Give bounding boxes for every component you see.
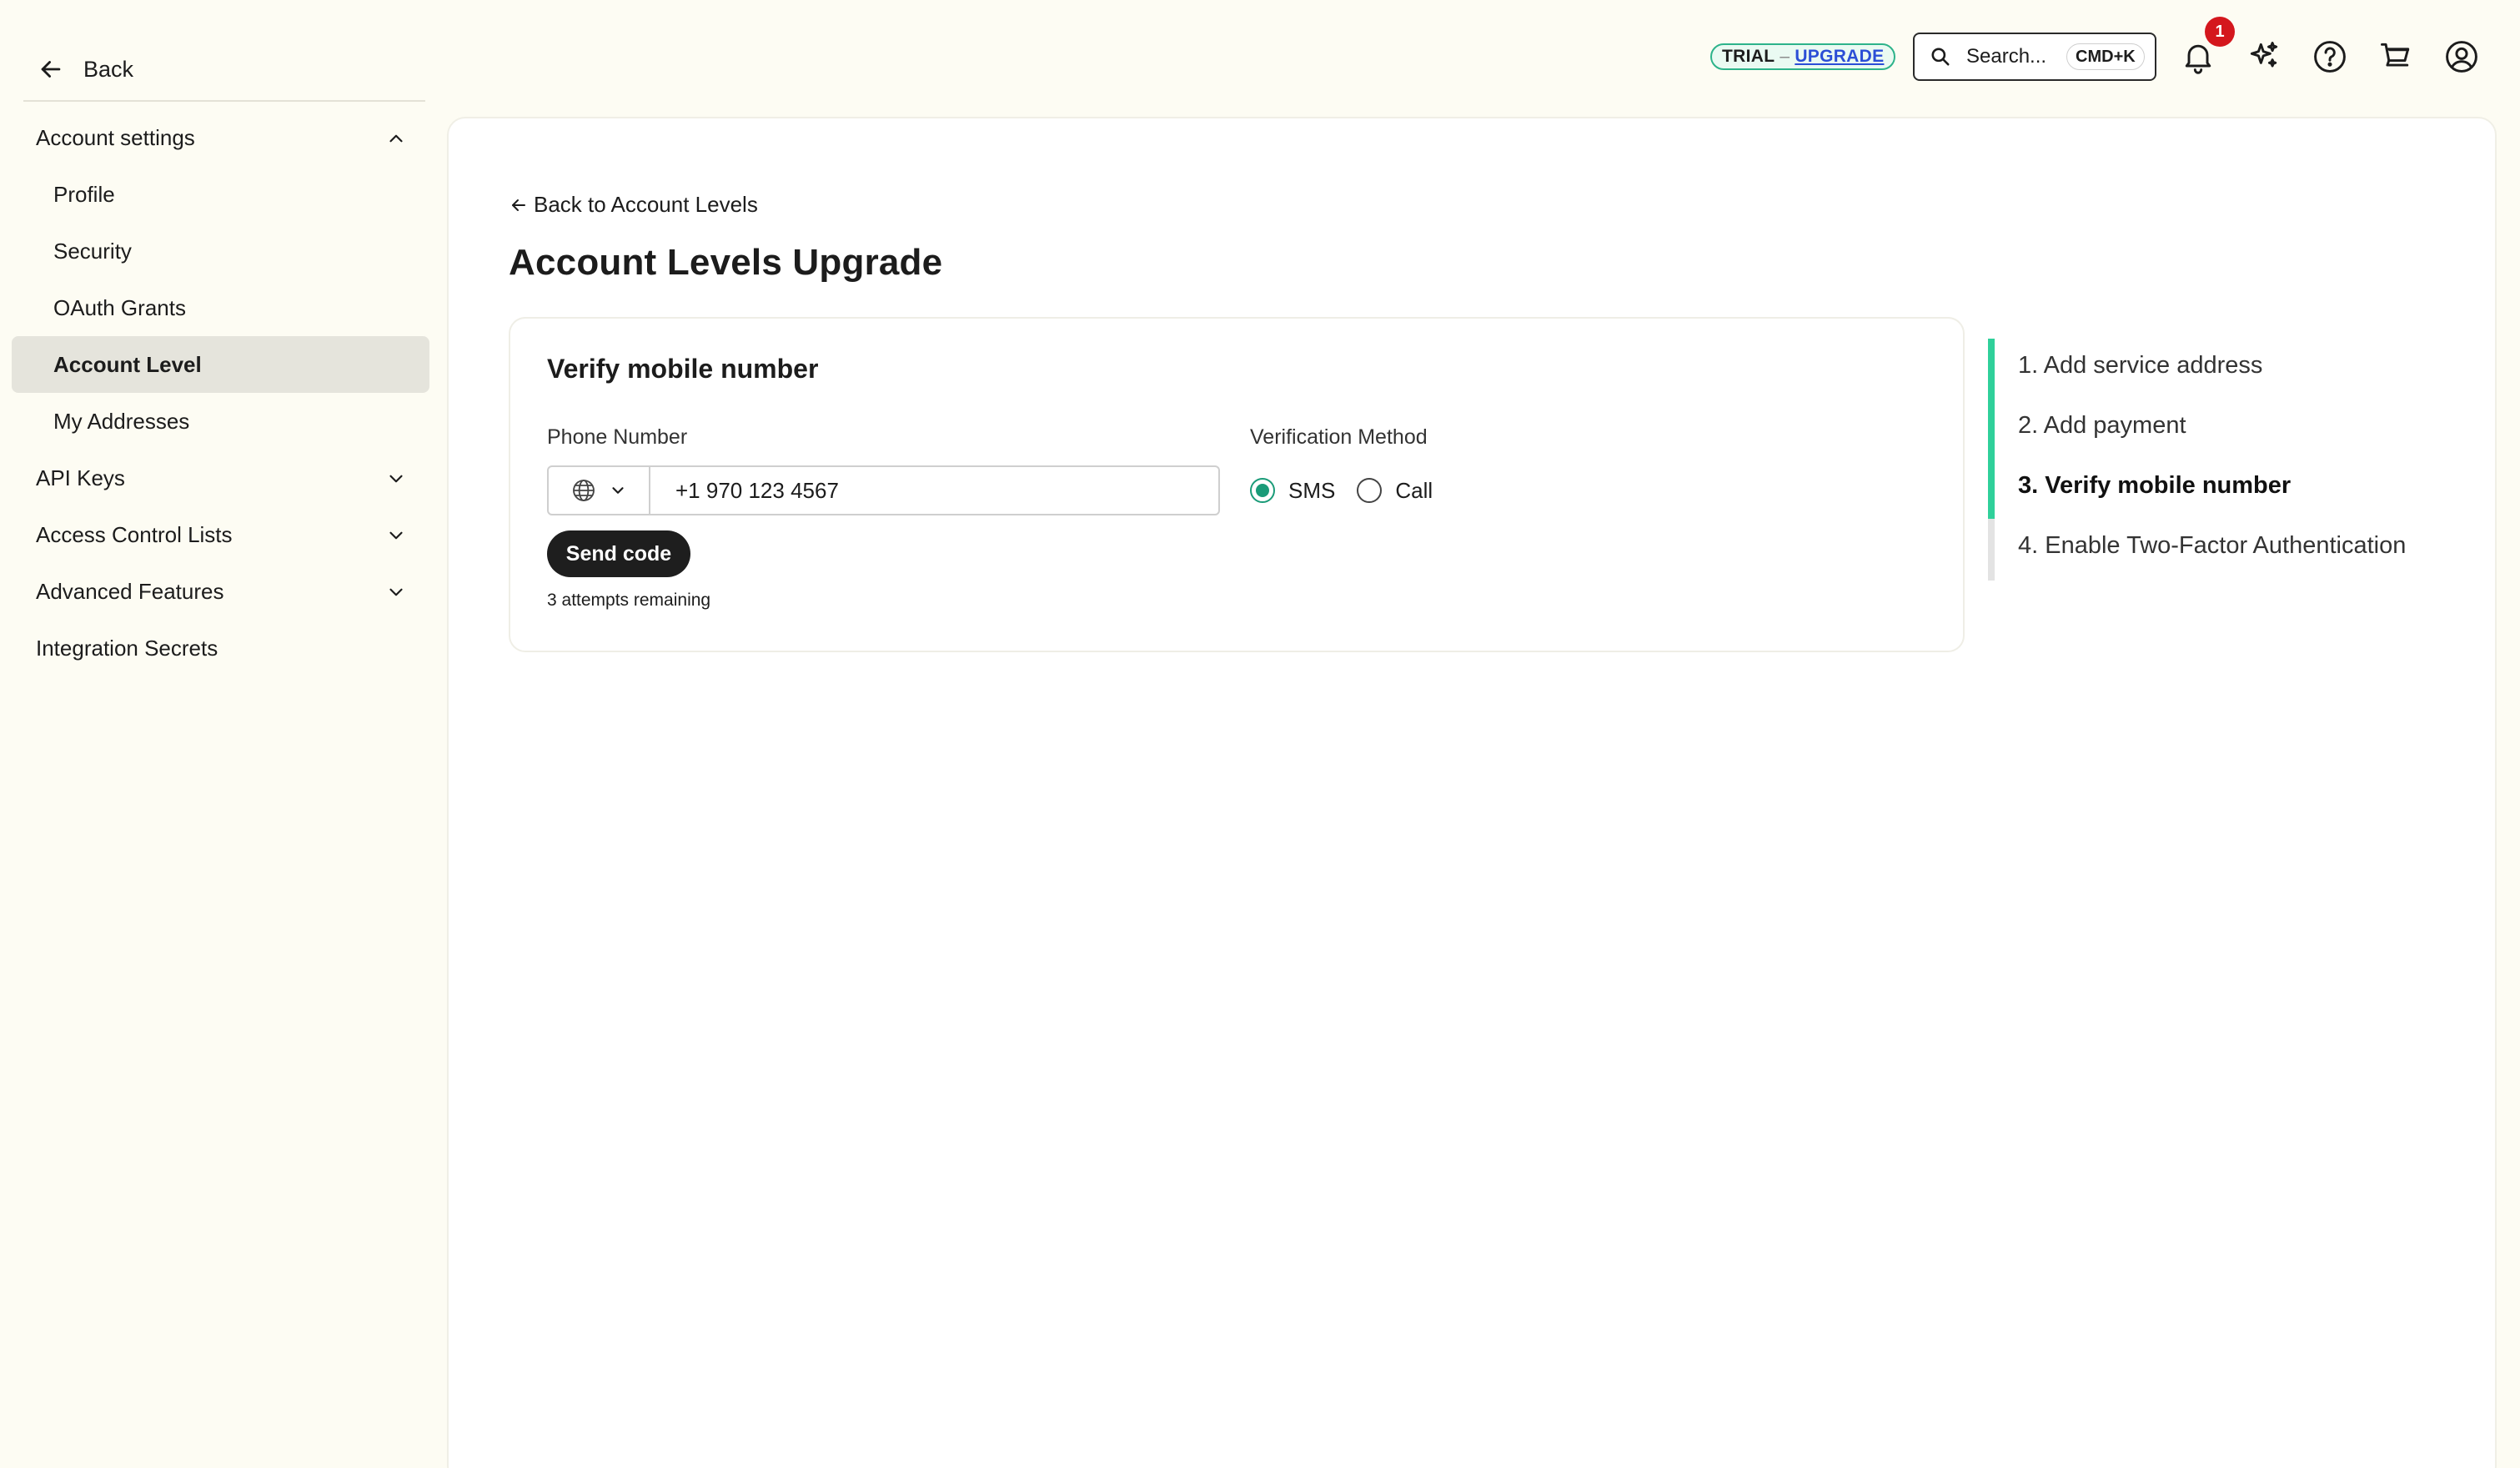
trial-label: TRIAL: [1722, 47, 1775, 66]
country-code-select[interactable]: [549, 467, 650, 514]
call-radio[interactable]: [1357, 478, 1383, 503]
sms-radio[interactable]: [1250, 478, 1275, 503]
ai-assistant-button[interactable]: [2246, 38, 2282, 75]
sidebar-item-label: Integration Secrets: [36, 635, 218, 661]
sidebar-item-label: OAuth Grants: [53, 294, 186, 320]
sidebar-item-advanced-features[interactable]: Advanced Features: [0, 563, 446, 620]
sidebar-item-api-keys[interactable]: API Keys: [0, 450, 446, 506]
sparkle-icon: [2250, 42, 2278, 68]
cart-button[interactable]: [2377, 38, 2414, 75]
verify-mobile-card: Verify mobile number Phone Number Verifi…: [509, 317, 1965, 652]
sidebar-item-access-control-lists[interactable]: Access Control Lists: [0, 506, 446, 563]
sidebar-item-label: Profile: [53, 181, 115, 207]
trial-separator: –: [1780, 47, 1790, 66]
steps-progress-track: [1988, 339, 1995, 581]
chevron-down-icon: [389, 475, 403, 483]
globe-icon: [573, 480, 595, 501]
method-call-option[interactable]: Call: [1357, 478, 1433, 504]
send-code-button[interactable]: Send code: [547, 530, 690, 577]
search-label: Search...: [1966, 45, 2047, 68]
step-enable-two-factor[interactable]: 4. Enable Two-Factor Authentication: [2018, 532, 2406, 560]
sidebar-item-oauth-grants[interactable]: OAuth Grants: [0, 279, 446, 336]
steps-progress-fill: [1988, 339, 1995, 519]
sidebar-item-label: Advanced Features: [36, 578, 224, 604]
trial-upgrade-badge[interactable]: TRIAL – UPGRADE: [1710, 43, 1896, 70]
page: Back Account settings Profile Security O…: [0, 0, 2520, 1468]
back-to-account-levels-link[interactable]: Back to Account Levels: [509, 192, 758, 218]
search-button[interactable]: Search... CMD+K: [1913, 33, 2156, 81]
search-shortcut: CMD+K: [2066, 43, 2145, 70]
sidebar-item-integration-secrets[interactable]: Integration Secrets: [0, 620, 446, 676]
sidebar-item-label: Security: [53, 238, 132, 264]
main-panel: Back to Account Levels Account Levels Up…: [447, 117, 2497, 1468]
sidebar: Back Account settings Profile Security O…: [0, 0, 446, 1468]
sidebar-item-security[interactable]: Security: [0, 223, 446, 279]
sidebar-item-account-settings[interactable]: Account settings: [0, 109, 446, 166]
phone-number-input[interactable]: [650, 467, 1218, 514]
phone-number-field: [547, 465, 1220, 515]
help-button[interactable]: [2312, 38, 2348, 75]
sidebar-item-my-addresses[interactable]: My Addresses: [0, 393, 446, 450]
sidebar-item-label: Account settings: [36, 124, 195, 150]
user-menu-button[interactable]: [2443, 38, 2480, 75]
sidebar-item-profile[interactable]: Profile: [0, 166, 446, 223]
top-bar: TRIAL – UPGRADE Search... CMD+K 1: [0, 0, 2520, 113]
cart-icon: [2381, 43, 2410, 67]
verification-method-group: SMS Call: [1250, 464, 1454, 517]
help-icon: [2314, 41, 2346, 73]
user-icon: [2446, 41, 2477, 73]
sms-label: SMS: [1288, 477, 1336, 503]
sidebar-nav: Account settings Profile Security OAuth …: [0, 109, 446, 676]
verification-method-label: Verification Method: [1250, 425, 1428, 449]
notification-count-badge: 1: [2205, 17, 2235, 47]
sidebar-item-label: API Keys: [36, 465, 125, 490]
sidebar-item-label: Account Level: [53, 351, 202, 377]
page-title: Account Levels Upgrade: [509, 242, 943, 283]
method-sms-option[interactable]: SMS: [1250, 478, 1335, 504]
step-verify-mobile-number[interactable]: 3. Verify mobile number: [2018, 472, 2291, 500]
call-label: Call: [1395, 477, 1433, 503]
chevron-down-icon: [389, 531, 403, 540]
attempts-remaining-text: 3 attempts remaining: [547, 591, 711, 610]
arrow-left-icon: [512, 199, 525, 211]
search-icon: [1931, 48, 1950, 66]
sidebar-item-account-level[interactable]: Account Level: [12, 336, 429, 393]
chevron-down-icon: [389, 588, 403, 596]
sidebar-item-label: My Addresses: [53, 408, 190, 434]
chevron-down-icon: [612, 487, 624, 494]
step-add-service-address[interactable]: 1. Add service address: [2018, 352, 2262, 380]
step-add-payment[interactable]: 2. Add payment: [2018, 412, 2186, 440]
back-to-account-levels-label: Back to Account Levels: [534, 192, 758, 217]
phone-number-label: Phone Number: [547, 425, 688, 449]
sidebar-item-label: Access Control Lists: [36, 521, 233, 547]
chevron-up-icon: [389, 134, 403, 143]
upgrade-link[interactable]: UPGRADE: [1795, 47, 1884, 67]
card-title: Verify mobile number: [547, 354, 819, 384]
